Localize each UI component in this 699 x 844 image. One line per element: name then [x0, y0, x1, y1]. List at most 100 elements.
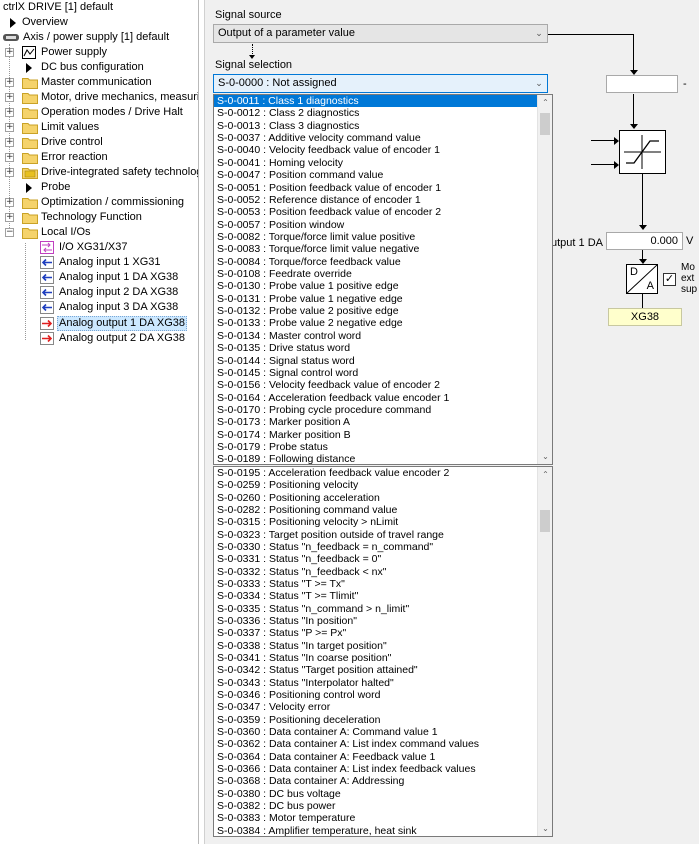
- da-converter-block: D A: [626, 264, 658, 294]
- dropdown-option[interactable]: S-0-0173 : Marker position A: [214, 416, 552, 428]
- dropdown-option[interactable]: S-0-0259 : Positioning velocity: [214, 479, 552, 491]
- dropdown-option[interactable]: S-0-0335 : Status "n_command > n_limit": [214, 603, 552, 615]
- dropdown-option[interactable]: S-0-0195 : Acceleration feedback value e…: [214, 467, 552, 479]
- tree-item-label: Analog output 1 DA XG38: [57, 316, 187, 331]
- dropdown-option[interactable]: S-0-0164 : Acceleration feedback value e…: [214, 392, 552, 404]
- dropdown-option[interactable]: S-0-0380 : DC bus voltage: [214, 788, 552, 800]
- dropdown-option[interactable]: S-0-0333 : Status "T >= Tx": [214, 578, 552, 590]
- dropdown-option[interactable]: S-0-0383 : Motor temperature: [214, 812, 552, 824]
- folder-icon: [22, 138, 38, 149]
- dropdown-option[interactable]: S-0-0132 : Probe value 2 positive edge: [214, 305, 552, 317]
- dropdown-option[interactable]: S-0-0260 : Positioning acceleration: [214, 492, 552, 504]
- dropdown-option[interactable]: S-0-0362 : Data container A: List index …: [214, 738, 552, 750]
- scroll-thumb[interactable]: [540, 113, 550, 135]
- arrow-right-icon: [26, 183, 32, 193]
- dropdown-option[interactable]: S-0-0330 : Status "n_feedback = n_comman…: [214, 541, 552, 553]
- dropdown-option[interactable]: S-0-0047 : Position command value: [214, 169, 552, 181]
- dropdown-option[interactable]: S-0-0057 : Position window: [214, 219, 552, 231]
- collapse-minus-icon[interactable]: −: [5, 228, 14, 237]
- dropdown-option[interactable]: S-0-0368 : Data container A: Addressing: [214, 775, 552, 787]
- signal-wire: [591, 164, 615, 165]
- dropdown-option[interactable]: S-0-0331 : Status "n_feedback = 0": [214, 553, 552, 565]
- analog-input-icon: [40, 286, 54, 299]
- dropdown-option[interactable]: S-0-0346 : Positioning control word: [214, 689, 552, 701]
- dropdown-option[interactable]: S-0-0084 : Torque/force feedback value: [214, 256, 552, 268]
- dropdown-option[interactable]: S-0-0382 : DC bus power: [214, 800, 552, 812]
- checkbox-label: Mo ext sup: [681, 262, 697, 295]
- dropdown-option[interactable]: S-0-0131 : Probe value 1 negative edge: [214, 293, 552, 305]
- arrow-right-icon: [614, 137, 619, 145]
- folder-icon: [22, 108, 38, 119]
- dropdown-option[interactable]: S-0-0040 : Velocity feedback value of en…: [214, 144, 552, 156]
- dropdown-option[interactable]: S-0-0013 : Class 3 diagnostics: [214, 120, 552, 132]
- dropdown-option[interactable]: S-0-0360 : Data container A: Command val…: [214, 726, 552, 738]
- dropdown-option[interactable]: S-0-0189 : Following distance: [214, 453, 552, 464]
- dropdown-option[interactable]: S-0-0336 : Status "In position": [214, 615, 552, 627]
- dropdown-option[interactable]: S-0-0083 : Torque/force limit value nega…: [214, 243, 552, 255]
- dropdown-option[interactable]: S-0-0051 : Position feedback value of en…: [214, 182, 552, 194]
- signal-source-select[interactable]: Output of a parameter value ⌄: [213, 24, 548, 43]
- scroll-down-icon[interactable]: ⌄: [538, 449, 552, 464]
- external-supply-checkbox[interactable]: ✓: [663, 273, 676, 286]
- dropdown-option[interactable]: S-0-0108 : Feedrate override: [214, 268, 552, 280]
- chevron-down-icon[interactable]: ⌄: [534, 25, 544, 42]
- dropdown-option[interactable]: S-0-0359 : Positioning deceleration: [214, 714, 552, 726]
- dropdown-option[interactable]: S-0-0135 : Drive status word: [214, 342, 552, 354]
- output-value: 0.000: [650, 235, 678, 247]
- dropdown-option[interactable]: S-0-0082 : Torque/force limit value posi…: [214, 231, 552, 243]
- dropdown-option[interactable]: S-0-0170 : Probing cycle procedure comma…: [214, 404, 552, 416]
- dropdown-scrollbar[interactable]: ⌃ ⌄: [537, 467, 552, 836]
- dropdown-option[interactable]: S-0-0179 : Probe status: [214, 441, 552, 453]
- dropdown-option[interactable]: S-0-0053 : Position feedback value of en…: [214, 206, 552, 218]
- expand-plus-icon[interactable]: +: [5, 153, 14, 162]
- dropdown-option[interactable]: S-0-0145 : Signal control word: [214, 367, 552, 379]
- dropdown-option[interactable]: S-0-0174 : Marker position B: [214, 429, 552, 441]
- chevron-down-icon[interactable]: ⌄: [534, 75, 544, 92]
- expand-plus-icon[interactable]: +: [5, 78, 14, 87]
- expand-plus-icon[interactable]: +: [5, 198, 14, 207]
- dropdown-option[interactable]: S-0-0334 : Status "T >= Tlimit": [214, 590, 552, 602]
- dropdown-option[interactable]: S-0-0052 : Reference distance of encoder…: [214, 194, 552, 206]
- scroll-thumb[interactable]: [540, 510, 550, 532]
- scroll-up-icon[interactable]: ⌃: [538, 467, 552, 482]
- dropdown-option[interactable]: S-0-0384 : Amplifier temperature, heat s…: [214, 825, 552, 836]
- signal-selection-select[interactable]: S-0-0000 : Not assigned ⌄: [213, 74, 548, 93]
- dropdown-option[interactable]: S-0-0342 : Status "Target position attai…: [214, 664, 552, 676]
- scroll-up-icon[interactable]: ⌃: [538, 95, 552, 110]
- dropdown-option[interactable]: S-0-0130 : Probe value 1 positive edge: [214, 280, 552, 292]
- scroll-down-icon[interactable]: ⌄: [538, 821, 552, 836]
- dropdown-option[interactable]: S-0-0341 : Status "In coarse position": [214, 652, 552, 664]
- dropdown-option[interactable]: S-0-0012 : Class 2 diagnostics: [214, 107, 552, 119]
- dropdown-option[interactable]: S-0-0144 : Signal status word: [214, 355, 552, 367]
- drive-icon: [3, 34, 19, 41]
- dropdown-option[interactable]: S-0-0156 : Velocity feedback value of en…: [214, 379, 552, 391]
- expand-plus-icon[interactable]: +: [5, 168, 14, 177]
- signal-dropdown-list-continued[interactable]: S-0-0195 : Acceleration feedback value e…: [213, 466, 553, 837]
- dropdown-option[interactable]: S-0-0343 : Status "Interpolator halted": [214, 677, 552, 689]
- dropdown-option[interactable]: S-0-0011 : Class 1 diagnostics: [214, 95, 552, 108]
- checkbox-label-line-1: Mo: [681, 262, 695, 273]
- dropdown-option[interactable]: S-0-0041 : Homing velocity: [214, 157, 552, 169]
- expand-plus-icon[interactable]: +: [5, 213, 14, 222]
- dropdown-option[interactable]: S-0-0282 : Positioning command value: [214, 504, 552, 516]
- dropdown-option[interactable]: S-0-0347 : Velocity error: [214, 701, 552, 713]
- dropdown-option[interactable]: S-0-0315 : Positioning velocity > nLimit: [214, 516, 552, 528]
- dropdown-option[interactable]: S-0-0337 : Status "P >= Px": [214, 627, 552, 639]
- tree-item-label: Analog input 3 DA XG38: [59, 301, 179, 313]
- dropdown-scrollbar[interactable]: ⌃ ⌄: [537, 95, 552, 464]
- dropdown-option[interactable]: S-0-0364 : Data container A: Feedback va…: [214, 751, 552, 763]
- expand-plus-icon[interactable]: +: [5, 138, 14, 147]
- expand-plus-icon[interactable]: +: [5, 108, 14, 117]
- dropdown-option[interactable]: S-0-0037 : Additive velocity command val…: [214, 132, 552, 144]
- analog-input-icon: [40, 271, 54, 284]
- expand-plus-icon[interactable]: +: [5, 48, 14, 57]
- dropdown-option[interactable]: S-0-0323 : Target position outside of tr…: [214, 529, 552, 541]
- expand-plus-icon[interactable]: +: [5, 93, 14, 102]
- dropdown-option[interactable]: S-0-0134 : Master control word: [214, 330, 552, 342]
- expand-plus-icon[interactable]: +: [5, 123, 14, 132]
- dropdown-option[interactable]: S-0-0338 : Status "In target position": [214, 640, 552, 652]
- signal-dropdown-list[interactable]: S-0-0011 : Class 1 diagnostics S-0-0012 :…: [213, 94, 553, 465]
- dropdown-option[interactable]: S-0-0133 : Probe value 2 negative edge: [214, 317, 552, 329]
- dropdown-option[interactable]: S-0-0332 : Status "n_feedback < nx": [214, 566, 552, 578]
- dropdown-option[interactable]: S-0-0366 : Data container A: List index …: [214, 763, 552, 775]
